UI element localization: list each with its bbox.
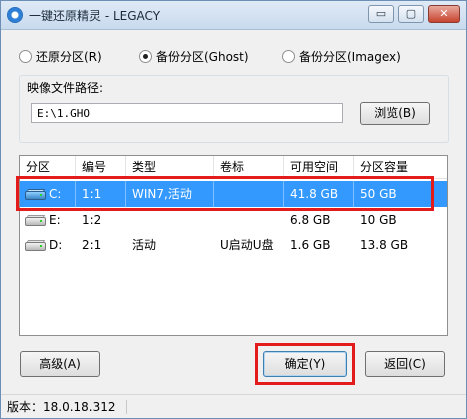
back-button[interactable]: 返回(C) <box>365 351 445 377</box>
radio-circle-icon[interactable] <box>282 50 295 63</box>
drive-icon <box>25 240 46 251</box>
maximize-button[interactable]: ▢ <box>398 5 424 23</box>
image-path-label: 映像文件路径: <box>27 79 104 96</box>
radio-checked-icon[interactable] <box>139 50 152 63</box>
radio-restore[interactable]: 还原分区(R) <box>19 48 102 64</box>
radio-restore-label: 还原分区(R) <box>36 50 102 64</box>
app-window: 一键还原精灵 - LEGACY ▭ ▢ ✕ 还原分区(R) 备份分区(Ghost… <box>0 0 467 419</box>
radio-backup-imagex[interactable]: 备份分区(Imagex) <box>282 48 401 64</box>
column-header[interactable]: 卷标 <box>214 156 284 178</box>
column-header[interactable]: 分区容量 <box>354 156 447 178</box>
cell-label: U启动U盘 <box>220 238 274 252</box>
table-row[interactable]: D: 2:1 活动 U启动U盘 1.6 GB 13.8 GB <box>20 232 447 258</box>
column-header[interactable]: 分区 <box>20 156 76 178</box>
radio-circle-icon[interactable] <box>19 50 32 63</box>
image-path-input[interactable] <box>31 103 343 123</box>
status-bar: 版本：18.0.18.312 <box>1 394 466 418</box>
column-header[interactable]: 编号 <box>76 156 126 178</box>
radio-backup-imagex-label: 备份分区(Imagex) <box>299 50 401 64</box>
drive-icon <box>25 215 46 226</box>
cell-size: 13.8 GB <box>360 238 409 252</box>
window-title: 一键还原精灵 - LEGACY <box>29 9 161 23</box>
cell-number: 2:1 <box>82 238 102 252</box>
browse-button[interactable]: 浏览(B) <box>360 102 430 125</box>
column-header[interactable]: 类型 <box>126 156 214 178</box>
ok-button-highlight <box>255 343 355 385</box>
cell-free: 1.6 GB <box>290 238 331 252</box>
cell-partition: D: <box>49 238 63 252</box>
advanced-button[interactable]: 高级(A) <box>20 351 100 377</box>
cell-type: 活动 <box>132 238 157 252</box>
app-logo-icon <box>7 7 23 23</box>
version-text: 版本：18.0.18.312 <box>7 400 127 414</box>
radio-backup-ghost[interactable]: 备份分区(Ghost) <box>139 48 249 64</box>
title-bar[interactable]: 一键还原精灵 - LEGACY ▭ ▢ ✕ <box>1 1 466 30</box>
radio-backup-ghost-label: 备份分区(Ghost) <box>156 50 249 64</box>
close-button[interactable]: ✕ <box>428 5 460 23</box>
minimize-button[interactable]: ▭ <box>368 5 394 23</box>
selected-row-highlight <box>16 176 434 211</box>
column-header[interactable]: 可用空间 <box>284 156 354 178</box>
